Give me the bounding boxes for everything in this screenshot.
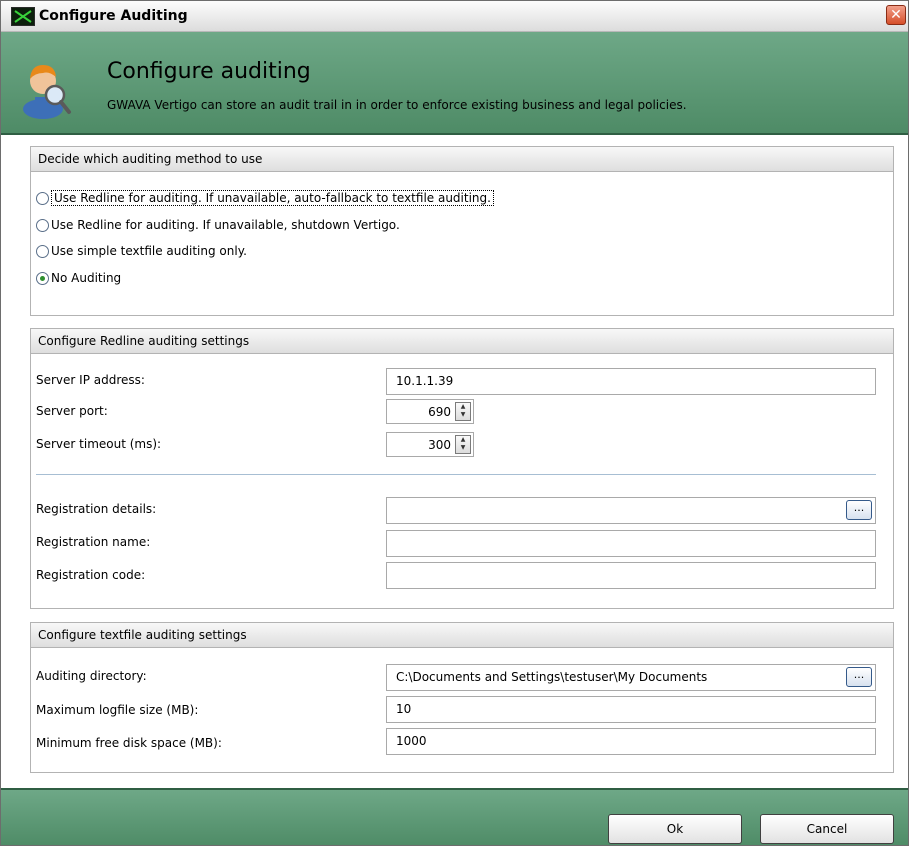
server-port-value[interactable]: 690 bbox=[428, 405, 451, 419]
registration-code-input[interactable] bbox=[386, 562, 876, 589]
server-timeout-value[interactable]: 300 bbox=[428, 438, 451, 452]
radio-label: Use Redline for auditing. If unavailable… bbox=[51, 218, 400, 232]
server-ip-input[interactable]: 10.1.1.39 bbox=[386, 368, 876, 395]
group-header: Decide which auditing method to use bbox=[31, 147, 893, 172]
max-logfile-size-label: Maximum logfile size (MB): bbox=[36, 703, 199, 717]
user-magnifier-icon bbox=[21, 57, 76, 119]
min-free-disk-label: Minimum free disk space (MB): bbox=[36, 736, 222, 750]
server-ip-label: Server IP address: bbox=[36, 373, 145, 387]
min-free-disk-input[interactable]: 1000 bbox=[386, 728, 876, 755]
radio-redline-shutdown[interactable]: Use Redline for auditing. If unavailable… bbox=[36, 215, 400, 235]
server-timeout-label: Server timeout (ms): bbox=[36, 437, 162, 451]
radio-textfile-only[interactable]: Use simple textfile auditing only. bbox=[36, 241, 247, 261]
auditing-directory-value: C:\Documents and Settings\testuser\My Do… bbox=[396, 670, 708, 684]
redline-settings-group: Configure Redline auditing settings Serv… bbox=[30, 328, 894, 609]
server-port-stepper[interactable]: 690 ▲ ▼ bbox=[386, 399, 474, 424]
radio-button[interactable] bbox=[36, 244, 49, 258]
registration-code-label: Registration code: bbox=[36, 568, 146, 582]
max-logfile-size-input[interactable]: 10 bbox=[386, 696, 876, 723]
close-icon[interactable]: ✕ bbox=[886, 5, 906, 25]
radio-button[interactable] bbox=[36, 218, 49, 232]
radio-no-auditing[interactable]: No Auditing bbox=[36, 268, 121, 288]
ok-button[interactable]: Ok bbox=[608, 814, 742, 844]
radio-label: No Auditing bbox=[51, 271, 122, 285]
radio-button-selected[interactable] bbox=[36, 271, 49, 285]
radio-button[interactable] bbox=[36, 191, 49, 205]
header-banner: Configure auditing GWAVA Vertigo can sto… bbox=[1, 32, 908, 135]
radio-label: Use simple textfile auditing only. bbox=[51, 244, 247, 258]
radio-label: Use Redline for auditing. If unavailable… bbox=[51, 190, 494, 206]
auditing-directory-input[interactable]: C:\Documents and Settings\testuser\My Do… bbox=[386, 664, 876, 691]
banner-title: Configure auditing bbox=[107, 59, 311, 84]
registration-details-label: Registration details: bbox=[36, 502, 157, 516]
divider bbox=[36, 474, 876, 475]
title-bar: Configure Auditing ✕ bbox=[1, 1, 908, 32]
spin-arrows-icon[interactable]: ▲ ▼ bbox=[455, 435, 471, 454]
textfile-settings-group: Configure textfile auditing settings Aud… bbox=[30, 622, 894, 773]
registration-name-input[interactable] bbox=[386, 530, 876, 557]
dialog-footer: Ok Cancel bbox=[1, 788, 908, 845]
server-port-label: Server port: bbox=[36, 404, 108, 418]
server-timeout-stepper[interactable]: 300 ▲ ▼ bbox=[386, 432, 474, 457]
spin-arrows-icon[interactable]: ▲ ▼ bbox=[455, 402, 471, 421]
auditing-directory-label: Auditing directory: bbox=[36, 669, 147, 683]
window-title: Configure Auditing bbox=[39, 8, 188, 24]
registration-details-input[interactable]: ... bbox=[386, 497, 876, 524]
vertigo-app-icon bbox=[11, 7, 35, 26]
group-header: Configure textfile auditing settings bbox=[31, 623, 893, 648]
configure-auditing-dialog: Configure Auditing ✕ Configure auditing … bbox=[0, 0, 909, 846]
registration-name-label: Registration name: bbox=[36, 535, 151, 549]
banner-subtitle: GWAVA Vertigo can store an audit trail i… bbox=[107, 98, 687, 112]
radio-redline-fallback[interactable]: Use Redline for auditing. If unavailable… bbox=[36, 188, 494, 208]
cancel-button[interactable]: Cancel bbox=[760, 814, 894, 844]
group-header: Configure Redline auditing settings bbox=[31, 329, 893, 354]
browse-button[interactable]: ... bbox=[846, 667, 872, 687]
browse-button[interactable]: ... bbox=[846, 500, 872, 520]
auditing-method-group: Decide which auditing method to use Use … bbox=[30, 146, 894, 316]
